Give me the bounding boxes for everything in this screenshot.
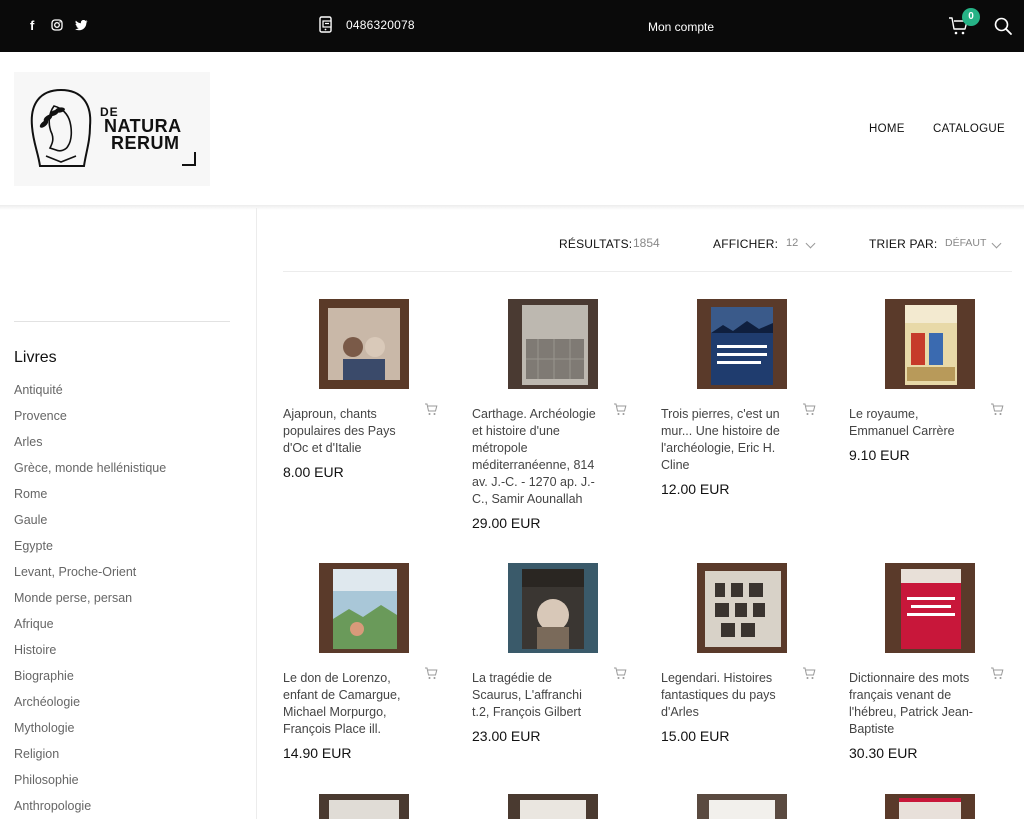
product-image[interactable] <box>319 299 409 389</box>
category-item[interactable]: Arles <box>14 433 166 459</box>
product-name[interactable]: Legendari. Histoires fantastiques du pay… <box>661 670 789 721</box>
add-to-cart-icon[interactable] <box>990 666 1004 680</box>
product-name[interactable]: Trois pierres, c'est un mur... Une histo… <box>661 406 789 474</box>
sidebar-divider <box>256 208 257 819</box>
product-price: 12.00 EUR <box>661 481 730 497</box>
chevron-down-icon[interactable] <box>991 238 1002 249</box>
sort-select[interactable]: DÉFAUT <box>945 237 986 249</box>
product-image[interactable] <box>319 794 409 819</box>
nav-home[interactable]: HOME <box>869 123 905 135</box>
product-image[interactable] <box>508 299 598 389</box>
category-item[interactable]: Grèce, monde hellénistique <box>14 459 166 485</box>
instagram-icon[interactable] <box>51 19 63 31</box>
product-image[interactable] <box>508 563 598 653</box>
product-name[interactable]: Dictionnaire des mots français venant de… <box>849 670 977 738</box>
category-item[interactable]: Philosophie <box>14 771 166 797</box>
add-to-cart-icon[interactable] <box>613 666 627 680</box>
category-item[interactable]: Antiquité <box>14 381 166 407</box>
add-to-cart-icon[interactable] <box>802 402 816 416</box>
product-price: 8.00 EUR <box>283 464 344 480</box>
product-name[interactable]: Le don de Lorenzo, enfant de Camargue, M… <box>283 670 411 738</box>
sidebar-separator <box>14 321 230 322</box>
category-item[interactable]: Mythologie <box>14 719 166 745</box>
site-logo[interactable]: DE NATURA RERUM <box>14 72 210 186</box>
add-to-cart-icon[interactable] <box>613 402 627 416</box>
category-item[interactable]: Levant, Proche-Orient <box>14 563 166 589</box>
category-item[interactable]: Afrique <box>14 615 166 641</box>
nav-catalogue[interactable]: CATALOGUE <box>933 123 1005 135</box>
toolbar-divider <box>283 271 1012 272</box>
category-item[interactable]: Biographie <box>14 667 166 693</box>
product-image[interactable] <box>885 794 975 819</box>
product-image[interactable] <box>697 563 787 653</box>
category-item[interactable]: Archéologie <box>14 693 166 719</box>
results-label: RÉSULTATS: <box>559 237 633 251</box>
product-image[interactable] <box>885 563 975 653</box>
product-name[interactable]: Carthage. Archéologie et histoire d'une … <box>472 406 600 508</box>
twitter-icon[interactable] <box>75 20 88 31</box>
facebook-icon[interactable]: f <box>30 18 34 34</box>
brand-line-3: RERUM <box>111 133 180 153</box>
product-price: 9.10 EUR <box>849 447 910 463</box>
product-price: 23.00 EUR <box>472 728 541 744</box>
product-image[interactable] <box>885 299 975 389</box>
add-to-cart-icon[interactable] <box>990 402 1004 416</box>
logo-corner-mark <box>182 152 196 166</box>
product-price: 14.90 EUR <box>283 745 352 761</box>
category-item[interactable]: Egypte <box>14 537 166 563</box>
product-name[interactable]: Ajaproun, chants populaires des Pays d'O… <box>283 406 411 457</box>
results-count: 1854 <box>633 236 660 250</box>
header-divider <box>0 205 1024 210</box>
product-image[interactable] <box>697 794 787 819</box>
category-item[interactable]: Religion <box>14 745 166 771</box>
phone-number[interactable]: 0486320078 <box>346 18 415 32</box>
category-item[interactable]: Anthropologie <box>14 797 166 819</box>
laurel-head-icon <box>30 88 92 167</box>
product-name[interactable]: La tragédie de Scaurus, L'affranchi t.2,… <box>472 670 600 721</box>
add-to-cart-icon[interactable] <box>424 402 438 416</box>
category-list: Antiquité Provence Arles Grèce, monde he… <box>14 381 166 819</box>
product-price: 29.00 EUR <box>472 515 541 531</box>
category-item[interactable]: Histoire <box>14 641 166 667</box>
add-to-cart-icon[interactable] <box>802 666 816 680</box>
sidebar-title: Livres <box>14 349 57 366</box>
category-item[interactable]: Provence <box>14 407 166 433</box>
search-icon[interactable] <box>993 16 1013 36</box>
product-image[interactable] <box>508 794 598 819</box>
product-price: 30.30 EUR <box>849 745 918 761</box>
product-image[interactable] <box>697 299 787 389</box>
product-image[interactable] <box>319 563 409 653</box>
top-bar: f 0486320078 Mon compte 0 <box>0 0 1024 52</box>
add-to-cart-icon[interactable] <box>424 666 438 680</box>
account-link[interactable]: Mon compte <box>648 20 714 34</box>
category-item[interactable]: Gaule <box>14 511 166 537</box>
chevron-down-icon[interactable] <box>805 238 816 249</box>
show-select[interactable]: 12 <box>786 237 798 249</box>
show-label: AFFICHER: <box>713 237 779 251</box>
product-name[interactable]: Le royaume, Emmanuel Carrère <box>849 406 977 440</box>
category-item[interactable]: Monde perse, persan <box>14 589 166 615</box>
phone-icon <box>319 16 332 33</box>
product-price: 15.00 EUR <box>661 728 730 744</box>
category-item[interactable]: Rome <box>14 485 166 511</box>
sort-label: TRIER PAR: <box>869 237 938 251</box>
cart-count-badge: 0 <box>962 8 980 26</box>
